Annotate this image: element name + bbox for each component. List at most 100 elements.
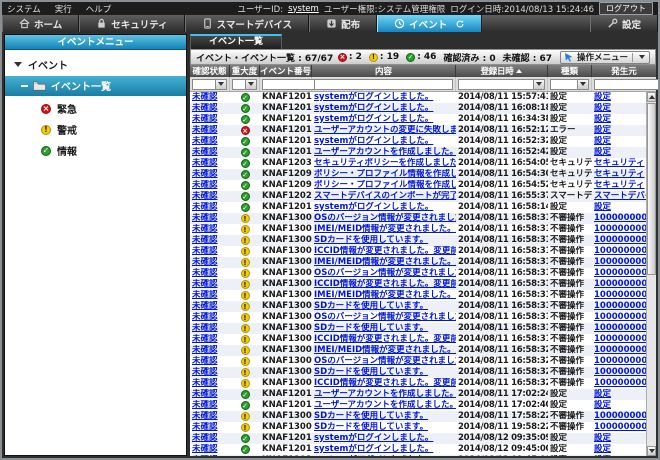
source-link[interactable]: 設定 [594, 136, 611, 146]
content-link[interactable]: ユーザーアカウントを作成しました。ユーザ… [314, 147, 456, 157]
refresh-icon[interactable] [455, 19, 465, 29]
status-link[interactable]: 未確認 [192, 378, 218, 388]
content-link[interactable]: systemがログインしました。 [314, 114, 433, 124]
status-link[interactable]: 未確認 [192, 246, 218, 256]
status-link[interactable]: 未確認 [192, 257, 218, 267]
table-row[interactable]: 未確認 ! KNAF130046 SDカードを使用しています。 2014/08/… [190, 235, 646, 246]
content-link[interactable]: SDカードを使用しています。 [314, 235, 428, 245]
source-link[interactable]: 設定 [594, 389, 611, 399]
source-link[interactable]: 設定 [594, 444, 611, 454]
status-link[interactable]: 未確認 [192, 312, 218, 322]
col-header-status[interactable]: 確認状態 [190, 65, 230, 77]
table-row[interactable]: 未確認 ! KNAF130046 SDカードを使用しています。 2014/08/… [190, 323, 646, 334]
content-link[interactable]: ユーザーアカウントを作成しました。ユーザ… [314, 400, 456, 410]
content-link[interactable]: systemがログインしました。 [314, 103, 433, 113]
logout-button[interactable]: ログアウト [599, 2, 653, 15]
table-row[interactable]: 未確認 ✓ KNAF120108 systemがログインしました。 2014/0… [190, 92, 646, 103]
content-link[interactable]: systemがログインしました。 [314, 433, 433, 443]
collapse-icon[interactable] [21, 85, 28, 87]
status-link[interactable]: 未確認 [192, 334, 218, 344]
source-link[interactable]: 1000000001 [594, 246, 646, 256]
status-link[interactable]: 未確認 [192, 356, 218, 366]
datetime-filter-select[interactable] [458, 79, 545, 90]
source-filter-input[interactable] [594, 79, 660, 90]
table-row[interactable]: 未確認 ✓ KNAF120100 ユーザーアカウントを作成しました。ユーザ… 2… [190, 389, 646, 400]
content-link[interactable]: IMEI/MEID情報が変更されました。変更前:… [314, 257, 456, 267]
col-header-type[interactable]: 種類 [548, 65, 592, 77]
content-link[interactable]: SDカードを使用しています。 [314, 411, 428, 421]
content-link[interactable]: ユーザーアカウントを作成しました。ユーザ… [314, 389, 456, 399]
source-link[interactable]: 設定 [594, 400, 611, 410]
table-row[interactable]: 未確認 ! KNAF130044 OSのバージョン情報が変更されました。変… 2… [190, 213, 646, 224]
table-row[interactable]: 未確認 ! KNAF130043 IMEI/MEID情報が変更されました。変更前… [190, 257, 646, 268]
table-row[interactable]: 未確認 ! KNAF130045 ICCID情報が変更されました。変更前: 変更… [190, 246, 646, 257]
status-link[interactable]: 未確認 [192, 125, 218, 135]
status-link[interactable]: 未確認 [192, 213, 218, 223]
type-filter-select[interactable] [550, 79, 589, 90]
status-link[interactable]: 未確認 [192, 147, 218, 157]
nav-tab-event[interactable]: イベント [377, 15, 482, 32]
source-link[interactable]: 1000000001 [594, 411, 646, 421]
source-link[interactable]: セキュリティ [594, 169, 645, 179]
source-link[interactable]: 1000000001 [594, 279, 646, 289]
table-row[interactable]: 未確認 ✓ KNAF120108 systemがログインしました。 2014/0… [190, 136, 646, 147]
source-link[interactable]: 設定 [594, 114, 611, 124]
source-link[interactable]: 1000000001 [594, 422, 646, 432]
status-filter-select[interactable] [192, 79, 227, 90]
table-row[interactable]: 未確認 ! KNAF130046 SDカードを使用しています。 2014/08/… [190, 422, 646, 433]
scroll-down-arrow[interactable] [647, 446, 656, 456]
col-header-source[interactable]: 発生元 [592, 65, 656, 77]
source-link[interactable]: 1000000001 [594, 356, 646, 366]
content-link[interactable]: OSのバージョン情報が変更されました。変… [314, 213, 456, 223]
source-link[interactable]: 1000000001 [594, 312, 646, 322]
content-link[interactable]: systemがログインしました。 [314, 202, 433, 212]
menu-execute[interactable]: 実行 [55, 3, 72, 15]
content-link[interactable]: SDカードを使用しています。 [314, 367, 428, 377]
table-row[interactable]: 未確認 ✓ KNAF120900 ポリシー・プロファイル情報を作成しました。 2… [190, 180, 646, 191]
source-link[interactable]: 設定 [594, 455, 611, 456]
table-row[interactable]: 未確認 ✓ KNAF120100 ユーザーアカウントを作成しました。ユーザ… 2… [190, 400, 646, 411]
nav-tab-security[interactable]: セキュリティ [79, 15, 184, 32]
source-link[interactable]: 設定 [594, 92, 611, 102]
status-link[interactable]: 未確認 [192, 389, 218, 399]
content-link[interactable]: スマートデバイスのインポートが完了しまし… [314, 191, 456, 201]
status-link[interactable]: 未確認 [192, 345, 218, 355]
content-link[interactable]: systemがログインしました。 [314, 92, 433, 102]
status-link[interactable]: 未確認 [192, 235, 218, 245]
source-link[interactable]: 1000000001 [594, 367, 646, 377]
source-link[interactable]: 設定 [594, 125, 611, 135]
source-link[interactable]: 1000000001 [594, 268, 646, 278]
table-row[interactable]: 未確認 ! KNAF130046 SDカードを使用しています。 2014/08/… [190, 367, 646, 378]
status-link[interactable]: 未確認 [192, 103, 218, 113]
table-row[interactable]: 未確認 ! KNAF130043 IMEI/MEID情報が変更されました。変更前… [190, 345, 646, 356]
col-header-datetime[interactable]: 登録日時 [456, 65, 548, 77]
content-link[interactable]: ICCID情報が変更されました。変更前: 変更… [314, 334, 456, 344]
status-link[interactable]: 未確認 [192, 411, 218, 421]
source-link[interactable]: 1000000001 [594, 213, 646, 223]
status-link[interactable]: 未確認 [192, 169, 218, 179]
source-link[interactable]: 設定 [594, 433, 611, 443]
vertical-scrollbar[interactable] [646, 92, 656, 456]
table-row[interactable]: 未確認 ! KNAF130043 IMEI/MEID情報が変更されました。変更前… [190, 290, 646, 301]
source-link[interactable]: 1000000001 [594, 345, 646, 355]
scrollbar-thumb[interactable] [647, 103, 656, 275]
table-row[interactable]: 未確認 ✓ KNAF120108 systemがログインしました。 2014/0… [190, 103, 646, 114]
tree-node-info[interactable]: ✓ 情報 [5, 140, 186, 161]
content-link[interactable]: ポリシー・プロファイル情報を作成しました。 [314, 180, 456, 190]
content-link[interactable]: セキュリティポリシーを作成しました。セキュ… [314, 158, 456, 168]
source-link[interactable]: 1000000001 [594, 224, 646, 234]
table-row[interactable]: 未確認 ✓ KNAF120108 systemがログインしました。 2014/0… [190, 202, 646, 213]
tree-node-event-list[interactable]: イベント一覧 [5, 76, 186, 96]
table-row[interactable]: 未確認 ✓ KNAF120108 systemがログインしました。 2014/0… [190, 114, 646, 125]
table-row[interactable]: 未確認 ✓ KNAF120900 ポリシー・プロファイル情報を作成しました。 2… [190, 169, 646, 180]
status-link[interactable]: 未確認 [192, 367, 218, 377]
source-link[interactable]: 1000000001 [594, 334, 646, 344]
col-header-severity[interactable]: 重大度 [230, 65, 260, 77]
menu-help[interactable]: ヘルプ [86, 3, 112, 15]
source-link[interactable]: 設定 [594, 202, 611, 212]
col-header-number[interactable]: イベント番号 [260, 65, 312, 77]
source-link[interactable]: セキュリティ [594, 158, 645, 168]
source-link[interactable]: 1000000001 [594, 235, 646, 245]
dropdown-arrow-icon[interactable] [533, 80, 544, 89]
source-link[interactable]: セキュリティ [594, 180, 645, 190]
